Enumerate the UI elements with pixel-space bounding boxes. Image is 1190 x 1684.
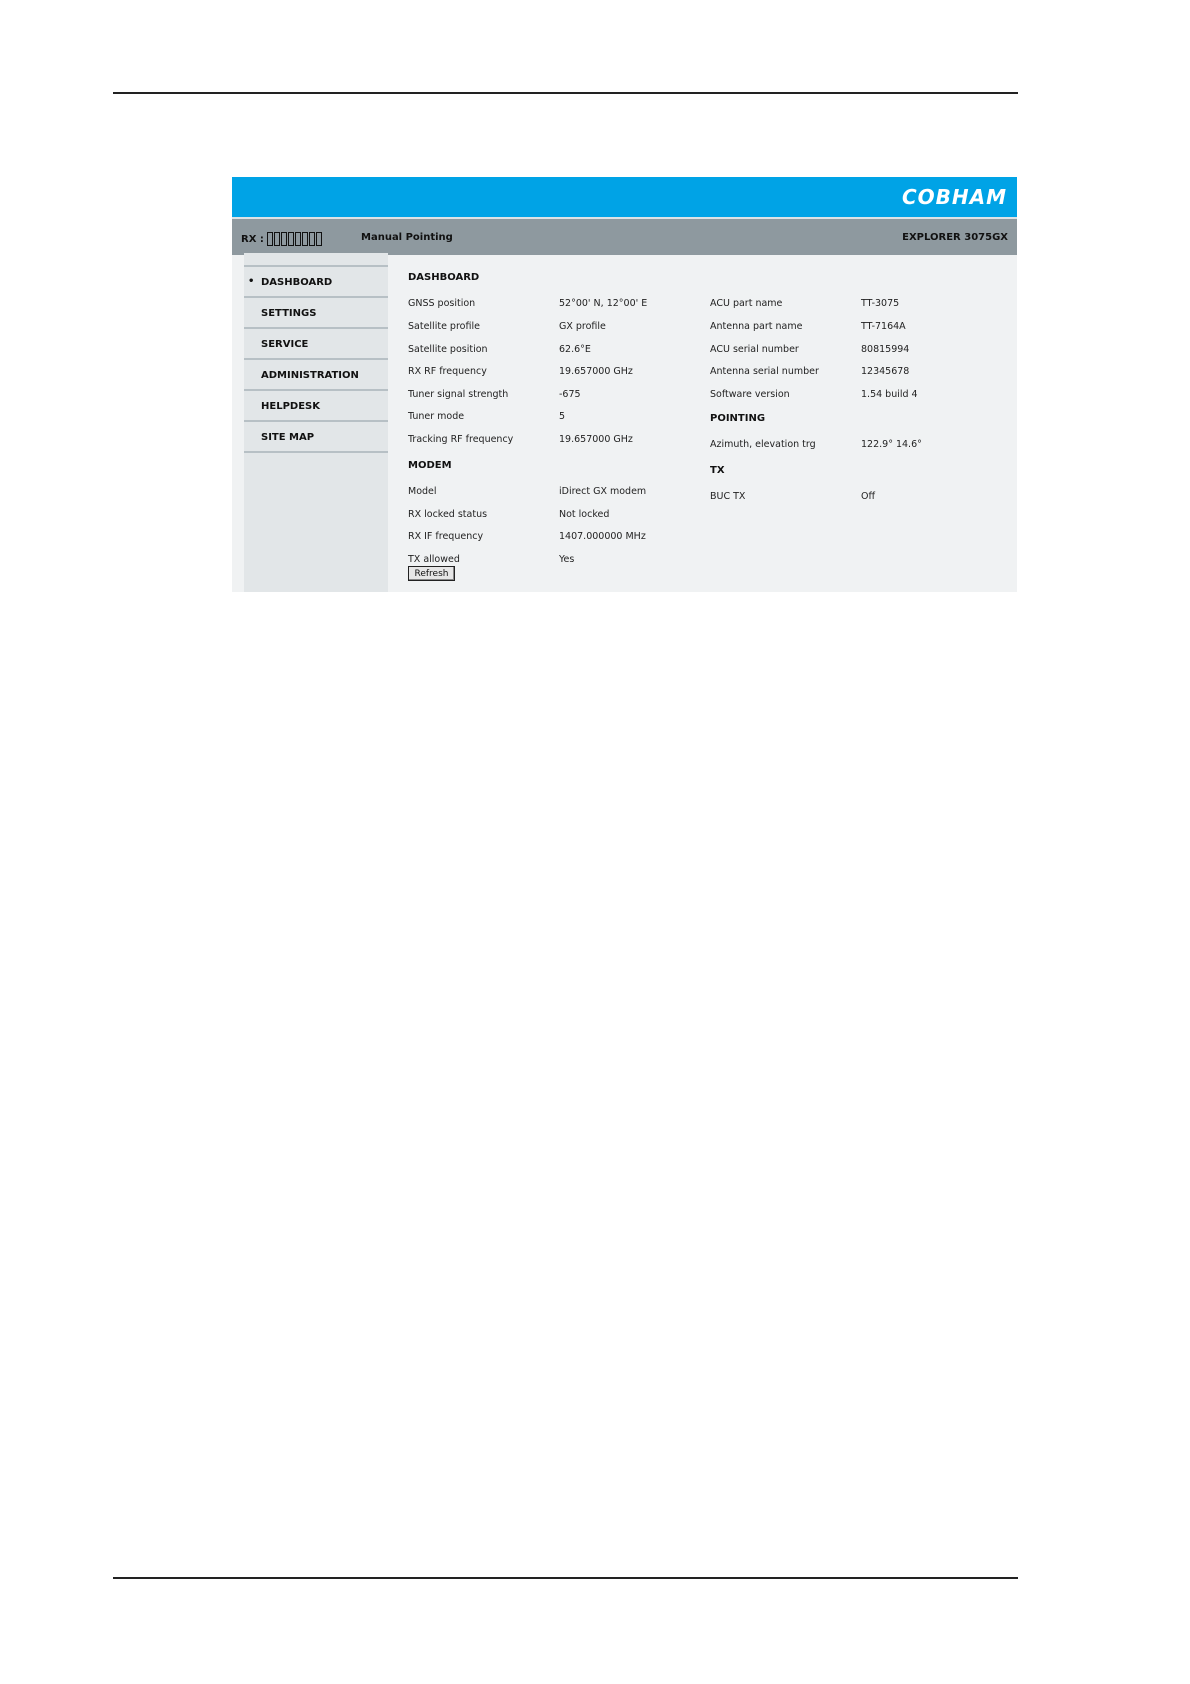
acu-serial-number-label: ACU serial number [710, 344, 799, 355]
tx-section-title: TX [710, 465, 725, 476]
sidebar-item-label: HELPDESK [261, 401, 320, 412]
tuner-mode-value: 5 [559, 411, 566, 422]
satellite-profile-value: GX profile [559, 321, 606, 332]
software-version-value: 1.54 build 4 [861, 389, 918, 400]
modem-model-label: Model [408, 486, 437, 497]
sidebar-item-label: SETTINGS [261, 308, 317, 319]
brand-bar: COBHAM [232, 177, 1017, 217]
antenna-part-name-label: Antenna part name [710, 321, 803, 332]
sidebar-item-administration[interactable]: ADMINISTRATION [244, 360, 388, 391]
page-header-rule [113, 92, 1018, 94]
rx-locked-status-label: RX locked status [408, 509, 488, 520]
tuner-mode-label: Tuner mode [408, 411, 465, 422]
rx-rf-frequency-value: 19.657000 GHz [559, 366, 633, 377]
azimuth-elevation-label: Azimuth, elevation trg [710, 439, 816, 450]
rx-indicator: RX : [241, 232, 323, 246]
rx-if-frequency-value: 1407.000000 MHz [559, 531, 646, 542]
pointing-section-title: POINTING [710, 413, 766, 424]
gnss-position-value: 52°00' N, 12°00' E [559, 298, 648, 309]
modem-model-value: iDirect GX modem [559, 486, 647, 497]
software-version-label: Software version [710, 389, 790, 400]
antenna-part-name-value: TT-7164A [861, 321, 906, 332]
rx-signal-bars-icon [266, 232, 323, 246]
sidebar-item-settings[interactable]: SETTINGS [244, 298, 388, 329]
tracking-rf-frequency-label: Tracking RF frequency [408, 434, 514, 445]
modem-section-title: MODEM [408, 460, 452, 471]
tx-allowed-label: TX allowed [408, 554, 460, 565]
satellite-position-value: 62.6°E [559, 344, 591, 355]
pointing-mode-status: Manual Pointing [361, 232, 453, 243]
sidebar: • DASHBOARD SETTINGS SERVICE ADMINISTRAT… [244, 253, 388, 592]
web-interface-screenshot: COBHAM RX : Manual Pointing EXPLORER 307… [232, 177, 1017, 592]
cobham-logo: COBHAM [901, 185, 1007, 209]
rx-label: RX : [241, 233, 264, 245]
acu-part-name-value: TT-3075 [861, 298, 900, 309]
sidebar-item-service[interactable]: SERVICE [244, 329, 388, 360]
rx-rf-frequency-label: RX RF frequency [408, 366, 487, 377]
sidebar-item-dashboard[interactable]: • DASHBOARD [244, 267, 388, 298]
sidebar-item-site-map[interactable]: SITE MAP [244, 422, 388, 453]
tracking-rf-frequency-value: 19.657000 GHz [559, 434, 633, 445]
satellite-position-label: Satellite position [408, 344, 488, 355]
satellite-profile-label: Satellite profile [408, 321, 480, 332]
sidebar-item-label: ADMINISTRATION [261, 370, 359, 381]
tx-allowed-value: Yes [559, 554, 575, 565]
tuner-signal-strength-value: -675 [559, 389, 581, 400]
antenna-serial-number-label: Antenna serial number [710, 366, 819, 377]
product-name: EXPLORER 3075GX [902, 232, 1008, 243]
acu-serial-number-value: 80815994 [861, 344, 910, 355]
buc-tx-label: BUC TX [710, 491, 746, 502]
sidebar-item-label: DASHBOARD [261, 277, 333, 288]
active-bullet-icon: • [248, 276, 255, 287]
azimuth-elevation-value: 122.9° 14.6° [861, 439, 922, 450]
antenna-serial-number-value: 12345678 [861, 366, 910, 377]
buc-tx-value: Off [861, 491, 876, 502]
dashboard-content: DASHBOARD GNSS position 52°00' N, 12°00'… [408, 253, 1008, 592]
acu-part-name-label: ACU part name [710, 298, 783, 309]
sidebar-item-label: SITE MAP [261, 432, 315, 443]
page-footer-rule [113, 1577, 1018, 1579]
refresh-button[interactable]: Refresh [408, 566, 455, 581]
status-bar: RX : Manual Pointing EXPLORER 3075GX [232, 217, 1017, 255]
dashboard-section-title: DASHBOARD [408, 272, 480, 283]
nav-menu: • DASHBOARD SETTINGS SERVICE ADMINISTRAT… [244, 265, 388, 453]
tuner-signal-strength-label: Tuner signal strength [408, 389, 509, 400]
rx-locked-status-value: Not locked [559, 509, 610, 520]
sidebar-item-label: SERVICE [261, 339, 309, 350]
sidebar-item-helpdesk[interactable]: HELPDESK [244, 391, 388, 422]
rx-if-frequency-label: RX IF frequency [408, 531, 484, 542]
gnss-position-label: GNSS position [408, 298, 476, 309]
